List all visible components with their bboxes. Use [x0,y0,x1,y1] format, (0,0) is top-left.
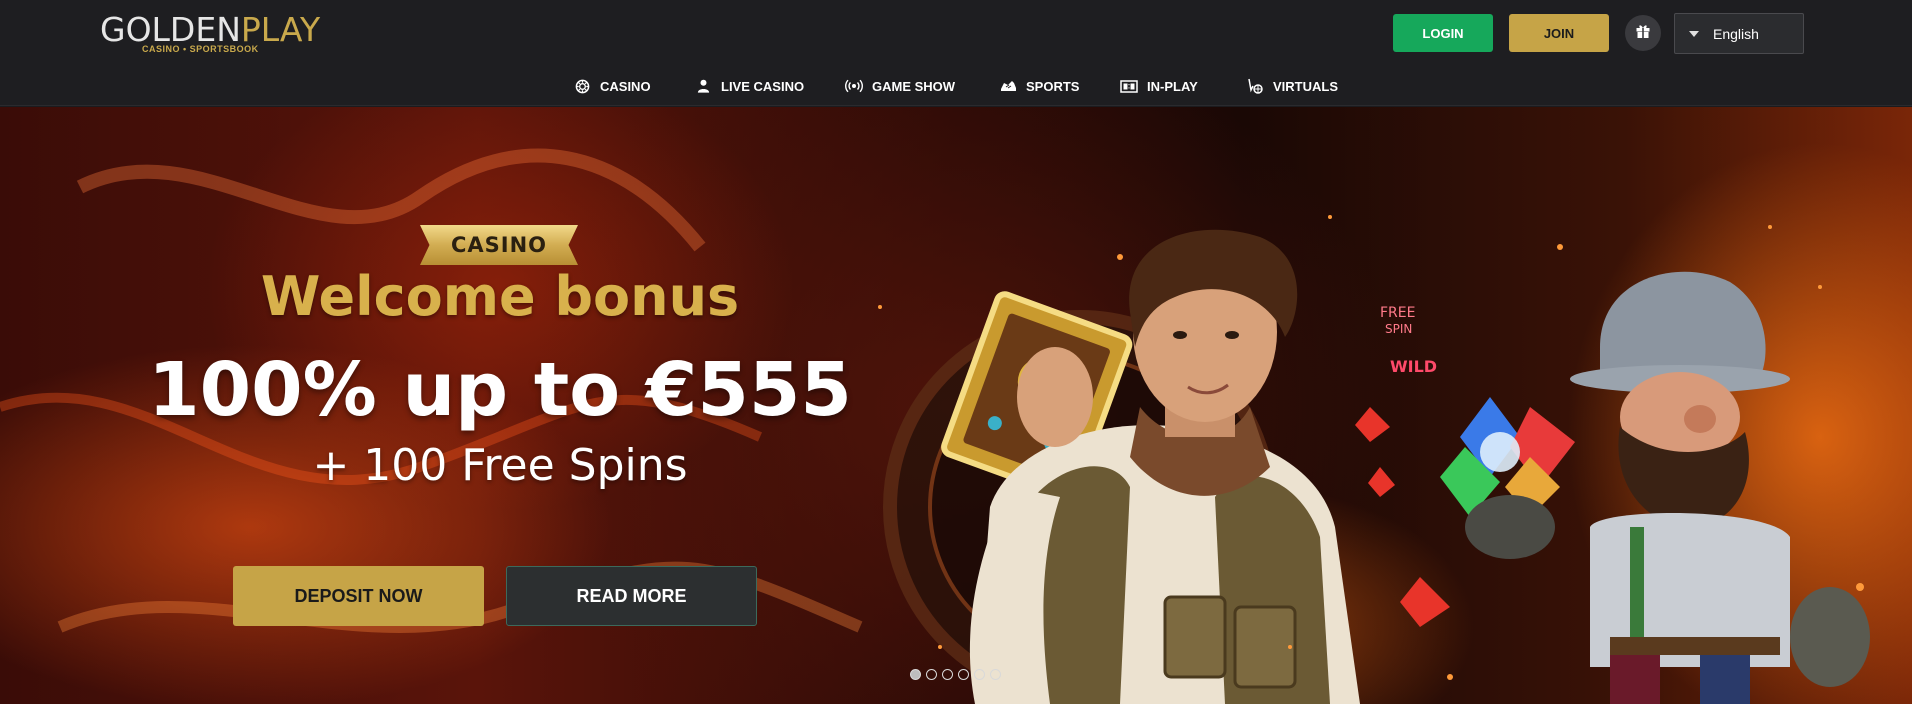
deposit-now-button[interactable]: DEPOSIT NOW [233,566,484,626]
gems-cluster: FREE SPIN WILD [1355,305,1575,627]
hero-banner[interactable]: FREE SPIN WILD CASINO Welcome bonus 100%… [0,107,1912,704]
goldenplay-logo[interactable]: GOLDENPLAY CASINO • SPORTSBOOK [100,13,320,56]
join-button[interactable]: JOIN [1509,14,1609,52]
nav-item-casino[interactable]: CASINO [573,72,651,100]
broadcast-icon [845,77,863,95]
svg-text:WILD: WILD [1390,357,1437,376]
gift-icon [1635,23,1651,44]
sports-shoe-icon [999,77,1017,95]
chevron-down-icon [1689,30,1699,37]
nav-label-live-casino: LIVE CASINO [721,78,805,94]
nav-label-casino: CASINO [600,78,651,94]
hero-offer: 100% up to €555 [148,347,852,433]
nav-label-sports: SPORTS [1026,78,1080,94]
svg-text:SPIN: SPIN [1385,322,1412,336]
logo-tagline: CASINO • SPORTSBOOK [142,44,259,54]
dealer-icon [694,77,712,95]
slider-dot[interactable] [910,669,921,680]
site-header: GOLDENPLAY CASINO • SPORTSBOOK LOGIN JOI… [0,0,1912,106]
nav-label-in-play: IN-PLAY [1147,78,1198,94]
casino-chip-icon [573,77,591,95]
hero-headline: Welcome bonus [260,265,740,328]
slider-dot[interactable] [942,669,953,680]
slider-dot[interactable] [974,669,985,680]
nav-label-virtuals: VIRTUALS [1273,78,1338,94]
language-selected: English [1713,25,1759,42]
nav-item-game-show[interactable]: GAME SHOW [845,72,955,100]
gift-button[interactable] [1625,15,1661,51]
slider-dot[interactable] [926,669,937,680]
nav-item-sports[interactable]: SPORTS [999,72,1079,100]
slider-dots [910,669,1001,681]
scoreboard-icon [1120,77,1138,95]
virtual-ball-icon [1246,77,1264,95]
nav-item-live-casino[interactable]: LIVE CASINO [694,72,804,100]
casino-ribbon: CASINO [420,225,578,265]
slider-dot[interactable] [990,669,1001,680]
nav-item-in-play[interactable]: IN-PLAY [1120,72,1198,100]
main-nav: CASINO LIVE CASINO GAME SHOW SPORTS IN-P… [0,72,1912,100]
slider-dot[interactable] [958,669,969,680]
language-select[interactable]: English [1674,13,1804,54]
hero-offer-extra: + 100 Free Spins [312,440,688,491]
read-more-button[interactable]: READ MORE [506,566,757,626]
svg-text:FREE: FREE [1380,305,1415,321]
nav-item-virtuals[interactable]: VIRTUALS [1246,72,1338,100]
login-button[interactable]: LOGIN [1393,14,1493,52]
nav-label-game-show: GAME SHOW [872,78,956,94]
logo-wordmark: GOLDENPLAY [100,13,320,46]
